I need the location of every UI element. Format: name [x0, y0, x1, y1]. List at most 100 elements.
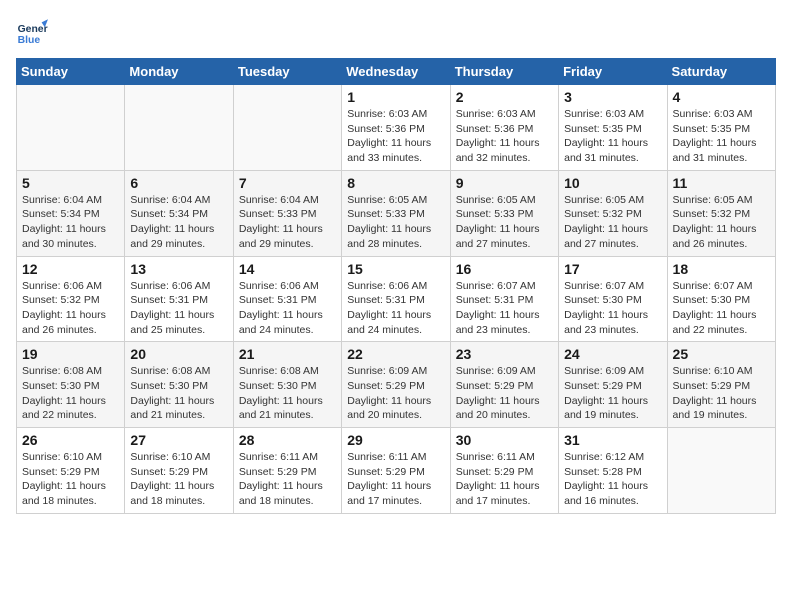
calendar-cell — [17, 85, 125, 171]
day-number: 14 — [239, 261, 336, 277]
calendar-cell: 11 Sunrise: 6:05 AM Sunset: 5:32 PM Dayli… — [667, 170, 775, 256]
day-info: Sunrise: 6:11 AM Sunset: 5:29 PM Dayligh… — [347, 450, 444, 509]
page-header: General Blue — [16, 16, 776, 48]
calendar-cell: 31 Sunrise: 6:12 AM Sunset: 5:28 PM Dayli… — [559, 428, 667, 514]
calendar-cell: 15 Sunrise: 6:06 AM Sunset: 5:31 PM Dayli… — [342, 256, 450, 342]
day-info: Sunrise: 6:12 AM Sunset: 5:28 PM Dayligh… — [564, 450, 661, 509]
day-number: 11 — [673, 175, 770, 191]
header-wednesday: Wednesday — [342, 59, 450, 85]
day-number: 24 — [564, 346, 661, 362]
calendar-cell: 28 Sunrise: 6:11 AM Sunset: 5:29 PM Dayli… — [233, 428, 341, 514]
day-number: 27 — [130, 432, 227, 448]
svg-text:General: General — [18, 24, 48, 35]
day-number: 7 — [239, 175, 336, 191]
day-info: Sunrise: 6:05 AM Sunset: 5:32 PM Dayligh… — [673, 193, 770, 252]
day-info: Sunrise: 6:06 AM Sunset: 5:32 PM Dayligh… — [22, 279, 119, 338]
calendar-cell: 26 Sunrise: 6:10 AM Sunset: 5:29 PM Dayli… — [17, 428, 125, 514]
day-info: Sunrise: 6:08 AM Sunset: 5:30 PM Dayligh… — [239, 364, 336, 423]
day-number: 5 — [22, 175, 119, 191]
day-info: Sunrise: 6:03 AM Sunset: 5:36 PM Dayligh… — [456, 107, 553, 166]
calendar-header: SundayMondayTuesdayWednesdayThursdayFrid… — [17, 59, 776, 85]
day-info: Sunrise: 6:07 AM Sunset: 5:30 PM Dayligh… — [673, 279, 770, 338]
calendar-cell: 13Sunrise: 6:06 AM Sunset: 5:31 PM Dayli… — [125, 256, 233, 342]
day-number: 15 — [347, 261, 444, 277]
day-number: 26 — [22, 432, 119, 448]
day-info: Sunrise: 6:10 AM Sunset: 5:29 PM Dayligh… — [130, 450, 227, 509]
day-number: 4 — [673, 89, 770, 105]
day-number: 8 — [347, 175, 444, 191]
calendar-cell: 21 Sunrise: 6:08 AM Sunset: 5:30 PM Dayli… — [233, 342, 341, 428]
day-info: Sunrise: 6:08 AM Sunset: 5:30 PM Dayligh… — [22, 364, 119, 423]
day-info: Sunrise: 6:06 AM Sunset: 5:31 PM Dayligh… — [347, 279, 444, 338]
day-number: 18 — [673, 261, 770, 277]
day-number: 28 — [239, 432, 336, 448]
header-friday: Friday — [559, 59, 667, 85]
day-number: 9 — [456, 175, 553, 191]
calendar-cell: 10Sunrise: 6:05 AM Sunset: 5:32 PM Dayli… — [559, 170, 667, 256]
day-info: Sunrise: 6:10 AM Sunset: 5:29 PM Dayligh… — [673, 364, 770, 423]
week-row-1: 5 Sunrise: 6:04 AM Sunset: 5:34 PM Daylig… — [17, 170, 776, 256]
day-number: 19 — [22, 346, 119, 362]
day-info: Sunrise: 6:05 AM Sunset: 5:33 PM Dayligh… — [456, 193, 553, 252]
calendar-cell — [233, 85, 341, 171]
header-tuesday: Tuesday — [233, 59, 341, 85]
header-row: SundayMondayTuesdayWednesdayThursdayFrid… — [17, 59, 776, 85]
day-number: 2 — [456, 89, 553, 105]
week-row-3: 19 Sunrise: 6:08 AM Sunset: 5:30 PM Dayli… — [17, 342, 776, 428]
day-info: Sunrise: 6:08 AM Sunset: 5:30 PM Dayligh… — [130, 364, 227, 423]
header-monday: Monday — [125, 59, 233, 85]
calendar-cell: 9 Sunrise: 6:05 AM Sunset: 5:33 PM Daylig… — [450, 170, 558, 256]
day-number: 25 — [673, 346, 770, 362]
day-info: Sunrise: 6:04 AM Sunset: 5:34 PM Dayligh… — [22, 193, 119, 252]
day-number: 30 — [456, 432, 553, 448]
calendar-cell: 23 Sunrise: 6:09 AM Sunset: 5:29 PM Dayli… — [450, 342, 558, 428]
day-info: Sunrise: 6:10 AM Sunset: 5:29 PM Dayligh… — [22, 450, 119, 509]
header-saturday: Saturday — [667, 59, 775, 85]
calendar-cell: 5 Sunrise: 6:04 AM Sunset: 5:34 PM Daylig… — [17, 170, 125, 256]
day-info: Sunrise: 6:11 AM Sunset: 5:29 PM Dayligh… — [456, 450, 553, 509]
calendar-cell: 2 Sunrise: 6:03 AM Sunset: 5:36 PM Daylig… — [450, 85, 558, 171]
day-info: Sunrise: 6:04 AM Sunset: 5:34 PM Dayligh… — [130, 193, 227, 252]
calendar-cell: 1Sunrise: 6:03 AM Sunset: 5:36 PM Daylig… — [342, 85, 450, 171]
day-info: Sunrise: 6:09 AM Sunset: 5:29 PM Dayligh… — [456, 364, 553, 423]
header-sunday: Sunday — [17, 59, 125, 85]
logo-icon: General Blue — [16, 16, 48, 48]
day-info: Sunrise: 6:03 AM Sunset: 5:35 PM Dayligh… — [673, 107, 770, 166]
day-number: 31 — [564, 432, 661, 448]
day-number: 21 — [239, 346, 336, 362]
calendar-cell: 25 Sunrise: 6:10 AM Sunset: 5:29 PM Dayli… — [667, 342, 775, 428]
header-thursday: Thursday — [450, 59, 558, 85]
calendar-cell: 14Sunrise: 6:06 AM Sunset: 5:31 PM Dayli… — [233, 256, 341, 342]
week-row-0: 1 Sunrise: 6:03 AM Sunset: 5:36 PM Daylig… — [17, 85, 776, 171]
day-number: 3 — [564, 89, 661, 105]
day-number: 29 — [347, 432, 444, 448]
calendar-cell: 17Sunrise: 6:07 AM Sunset: 5:30 PM Dayli… — [559, 256, 667, 342]
calendar-cell: 29 Sunrise: 6:11 AM Sunset: 5:29 PM Dayli… — [342, 428, 450, 514]
calendar-cell: 22Sunrise: 6:09 AM Sunset: 5:29 PM Dayli… — [342, 342, 450, 428]
day-info: Sunrise: 6:11 AM Sunset: 5:29 PM Dayligh… — [239, 450, 336, 509]
calendar-cell: 3 Sunrise: 6:03 AM Sunset: 5:35 PM Daylig… — [559, 85, 667, 171]
calendar-cell: 8Sunrise: 6:05 AM Sunset: 5:33 PM Daylig… — [342, 170, 450, 256]
day-info: Sunrise: 6:04 AM Sunset: 5:33 PM Dayligh… — [239, 193, 336, 252]
day-info: Sunrise: 6:09 AM Sunset: 5:29 PM Dayligh… — [564, 364, 661, 423]
day-number: 20 — [130, 346, 227, 362]
day-number: 1 — [347, 89, 444, 105]
calendar-cell: 4 Sunrise: 6:03 AM Sunset: 5:35 PM Daylig… — [667, 85, 775, 171]
week-row-4: 26 Sunrise: 6:10 AM Sunset: 5:29 PM Dayli… — [17, 428, 776, 514]
week-row-2: 12Sunrise: 6:06 AM Sunset: 5:32 PM Dayli… — [17, 256, 776, 342]
calendar-cell: 12Sunrise: 6:06 AM Sunset: 5:32 PM Dayli… — [17, 256, 125, 342]
calendar-cell: 19 Sunrise: 6:08 AM Sunset: 5:30 PM Dayli… — [17, 342, 125, 428]
calendar-cell — [125, 85, 233, 171]
logo: General Blue — [16, 16, 52, 48]
calendar-cell: 27 Sunrise: 6:10 AM Sunset: 5:29 PM Dayli… — [125, 428, 233, 514]
calendar-cell: 6Sunrise: 6:04 AM Sunset: 5:34 PM Daylig… — [125, 170, 233, 256]
day-info: Sunrise: 6:06 AM Sunset: 5:31 PM Dayligh… — [130, 279, 227, 338]
day-number: 23 — [456, 346, 553, 362]
calendar-cell: 30 Sunrise: 6:11 AM Sunset: 5:29 PM Dayli… — [450, 428, 558, 514]
calendar-cell — [667, 428, 775, 514]
day-info: Sunrise: 6:07 AM Sunset: 5:30 PM Dayligh… — [564, 279, 661, 338]
day-info: Sunrise: 6:03 AM Sunset: 5:35 PM Dayligh… — [564, 107, 661, 166]
calendar-cell: 18 Sunrise: 6:07 AM Sunset: 5:30 PM Dayli… — [667, 256, 775, 342]
day-info: Sunrise: 6:07 AM Sunset: 5:31 PM Dayligh… — [456, 279, 553, 338]
calendar-cell: 16Sunrise: 6:07 AM Sunset: 5:31 PM Dayli… — [450, 256, 558, 342]
